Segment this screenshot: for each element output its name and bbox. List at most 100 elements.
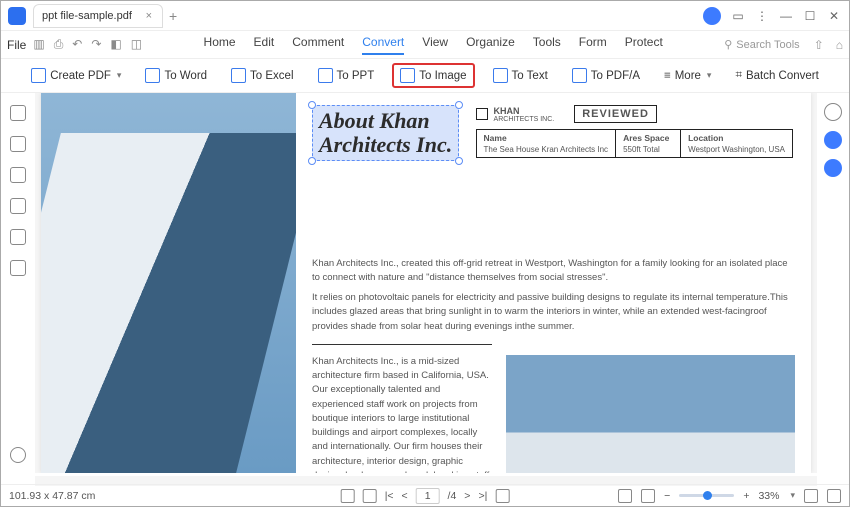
print-icon[interactable]: ⎙ xyxy=(54,37,64,52)
comment-panel-icon[interactable] xyxy=(10,167,26,183)
menu-convert[interactable]: Convert xyxy=(362,35,404,55)
read-mode-icon[interactable] xyxy=(827,489,841,503)
hero-image-left xyxy=(41,93,296,473)
maximize-button[interactable]: ☐ xyxy=(803,9,817,23)
image-icon xyxy=(400,68,415,83)
last-page-icon[interactable]: >| xyxy=(478,490,487,502)
menu-edit[interactable]: Edit xyxy=(254,35,275,55)
logo-mark-icon xyxy=(476,108,488,120)
to-ppt-button[interactable]: To PPT xyxy=(312,64,381,87)
thumbnail-icon[interactable] xyxy=(10,105,26,121)
to-word-button[interactable]: To Word xyxy=(139,64,213,87)
chevron-down-icon[interactable]: ▾ xyxy=(790,490,795,501)
menu-comment[interactable]: Comment xyxy=(292,35,344,55)
quick-icon-1[interactable]: ◧ xyxy=(110,37,121,52)
more-button[interactable]: ≡More▾ xyxy=(658,66,717,86)
paragraph-3: Khan Architects Inc., is a mid-sized arc… xyxy=(312,355,492,473)
zoom-value: 33% xyxy=(758,490,779,502)
attachment-icon[interactable] xyxy=(10,198,26,214)
redo-icon[interactable]: ↷ xyxy=(91,37,101,52)
search-icon: ⚲ xyxy=(724,38,732,51)
resize-handle[interactable] xyxy=(455,157,463,165)
file-menu[interactable]: File xyxy=(7,38,26,52)
document-tab[interactable]: ppt file-sample.pdf × xyxy=(33,4,163,28)
word-icon xyxy=(145,68,160,83)
close-tab-icon[interactable]: × xyxy=(146,10,152,22)
doc-title-line2: Architects Inc. xyxy=(319,132,452,157)
tab-title: ppt file-sample.pdf xyxy=(42,10,132,22)
search-panel-icon[interactable] xyxy=(10,229,26,245)
pdfa-icon xyxy=(572,68,587,83)
status-bar: 101.93 x 47.87 cm |< < 1 /4 > >| − + 33%… xyxy=(1,484,849,506)
title-bar: ppt file-sample.pdf × + ▭ ⋮ — ☐ ✕ xyxy=(1,1,849,31)
chevron-down-icon: ▾ xyxy=(707,70,712,81)
paragraph-2: It relies on photovoltaic panels for ele… xyxy=(312,291,795,334)
cloud-icon[interactable]: ⇧ xyxy=(814,38,824,52)
minimize-button[interactable]: — xyxy=(779,9,793,23)
text-icon xyxy=(493,68,508,83)
zoom-in-icon[interactable]: + xyxy=(743,490,749,502)
pdf-page: About KhanArchitects Inc. KHANARCHITECTS… xyxy=(41,93,811,473)
to-text-button[interactable]: To Text xyxy=(487,64,554,87)
menu-home[interactable]: Home xyxy=(204,35,236,55)
doc-header-right: KHANARCHITECTS INC. REVIEWED NameThe Sea… xyxy=(476,105,793,158)
doc-title-line1: About Khan xyxy=(319,108,430,133)
select-tool-icon[interactable] xyxy=(363,489,377,503)
save-icon[interactable]: ▥ xyxy=(33,37,44,52)
fullscreen-icon[interactable] xyxy=(804,489,818,503)
create-pdf-button[interactable]: Create PDF▾ xyxy=(25,64,127,87)
close-window-button[interactable]: ✕ xyxy=(827,9,841,23)
menu-organize[interactable]: Organize xyxy=(466,35,515,55)
resize-handle[interactable] xyxy=(455,101,463,109)
layers-icon[interactable] xyxy=(10,260,26,276)
batch-convert-button[interactable]: ⌗Batch Convert xyxy=(729,65,824,86)
bookmark-icon[interactable] xyxy=(10,136,26,152)
first-page-icon[interactable]: |< xyxy=(385,490,394,502)
resize-handle[interactable] xyxy=(308,157,316,165)
quick-icon-2[interactable]: ◫ xyxy=(131,37,142,52)
view-mode-icon[interactable] xyxy=(618,489,632,503)
search-tools[interactable]: ⚲ Search Tools xyxy=(724,38,799,51)
right-panel xyxy=(817,93,849,473)
document-canvas[interactable]: About KhanArchitects Inc. KHANARCHITECTS… xyxy=(35,93,817,473)
to-image-button[interactable]: To Image xyxy=(392,63,474,88)
zoom-out-icon[interactable]: − xyxy=(664,490,670,502)
zoom-slider[interactable] xyxy=(679,494,734,497)
workspace: About KhanArchitects Inc. KHANARCHITECTS… xyxy=(1,93,849,473)
help-icon[interactable] xyxy=(10,447,26,463)
chevron-down-icon: ▾ xyxy=(117,70,122,81)
brand-logo: KHANARCHITECTS INC. xyxy=(476,106,555,123)
app-icon xyxy=(8,7,26,25)
fit-icon[interactable] xyxy=(641,489,655,503)
kebab-menu-icon[interactable]: ⋮ xyxy=(755,9,769,23)
reflow-icon[interactable] xyxy=(495,489,509,503)
selected-text-box[interactable]: About KhanArchitects Inc. xyxy=(312,105,459,161)
home-icon[interactable]: ⌂ xyxy=(836,38,843,52)
to-pdfa-button[interactable]: To PDF/A xyxy=(566,64,646,87)
more-icon: ≡ xyxy=(664,70,671,82)
feedback-icon[interactable]: ▭ xyxy=(731,9,745,23)
menu-tools[interactable]: Tools xyxy=(533,35,561,55)
info-table: NameThe Sea House Kran Architects Inc Ar… xyxy=(476,129,793,158)
divider xyxy=(312,344,492,345)
page-input[interactable]: 1 xyxy=(416,488,440,504)
to-excel-button[interactable]: To Excel xyxy=(225,64,299,87)
ribbon-convert: Create PDF▾ To Word To Excel To PPT To I… xyxy=(1,59,849,93)
undo-icon[interactable]: ↶ xyxy=(72,37,82,52)
plus-icon xyxy=(31,68,46,83)
menu-protect[interactable]: Protect xyxy=(625,35,663,55)
properties-icon[interactable] xyxy=(824,103,842,121)
menu-view[interactable]: View xyxy=(422,35,448,55)
ai-icon-2[interactable] xyxy=(824,159,842,177)
new-tab-button[interactable]: + xyxy=(169,8,177,24)
hand-tool-icon[interactable] xyxy=(341,489,355,503)
ai-assistant-icon[interactable] xyxy=(824,131,842,149)
main-menu: Home Edit Comment Convert View Organize … xyxy=(204,35,663,55)
resize-handle[interactable] xyxy=(308,101,316,109)
menu-form[interactable]: Form xyxy=(579,35,607,55)
search-placeholder: Search Tools xyxy=(736,39,799,51)
next-page-icon[interactable]: > xyxy=(464,490,470,502)
menu-bar: File ▥ ⎙ ↶ ↷ ◧ ◫ Home Edit Comment Conve… xyxy=(1,31,849,59)
prev-page-icon[interactable]: < xyxy=(402,490,408,502)
user-avatar[interactable] xyxy=(703,7,721,25)
